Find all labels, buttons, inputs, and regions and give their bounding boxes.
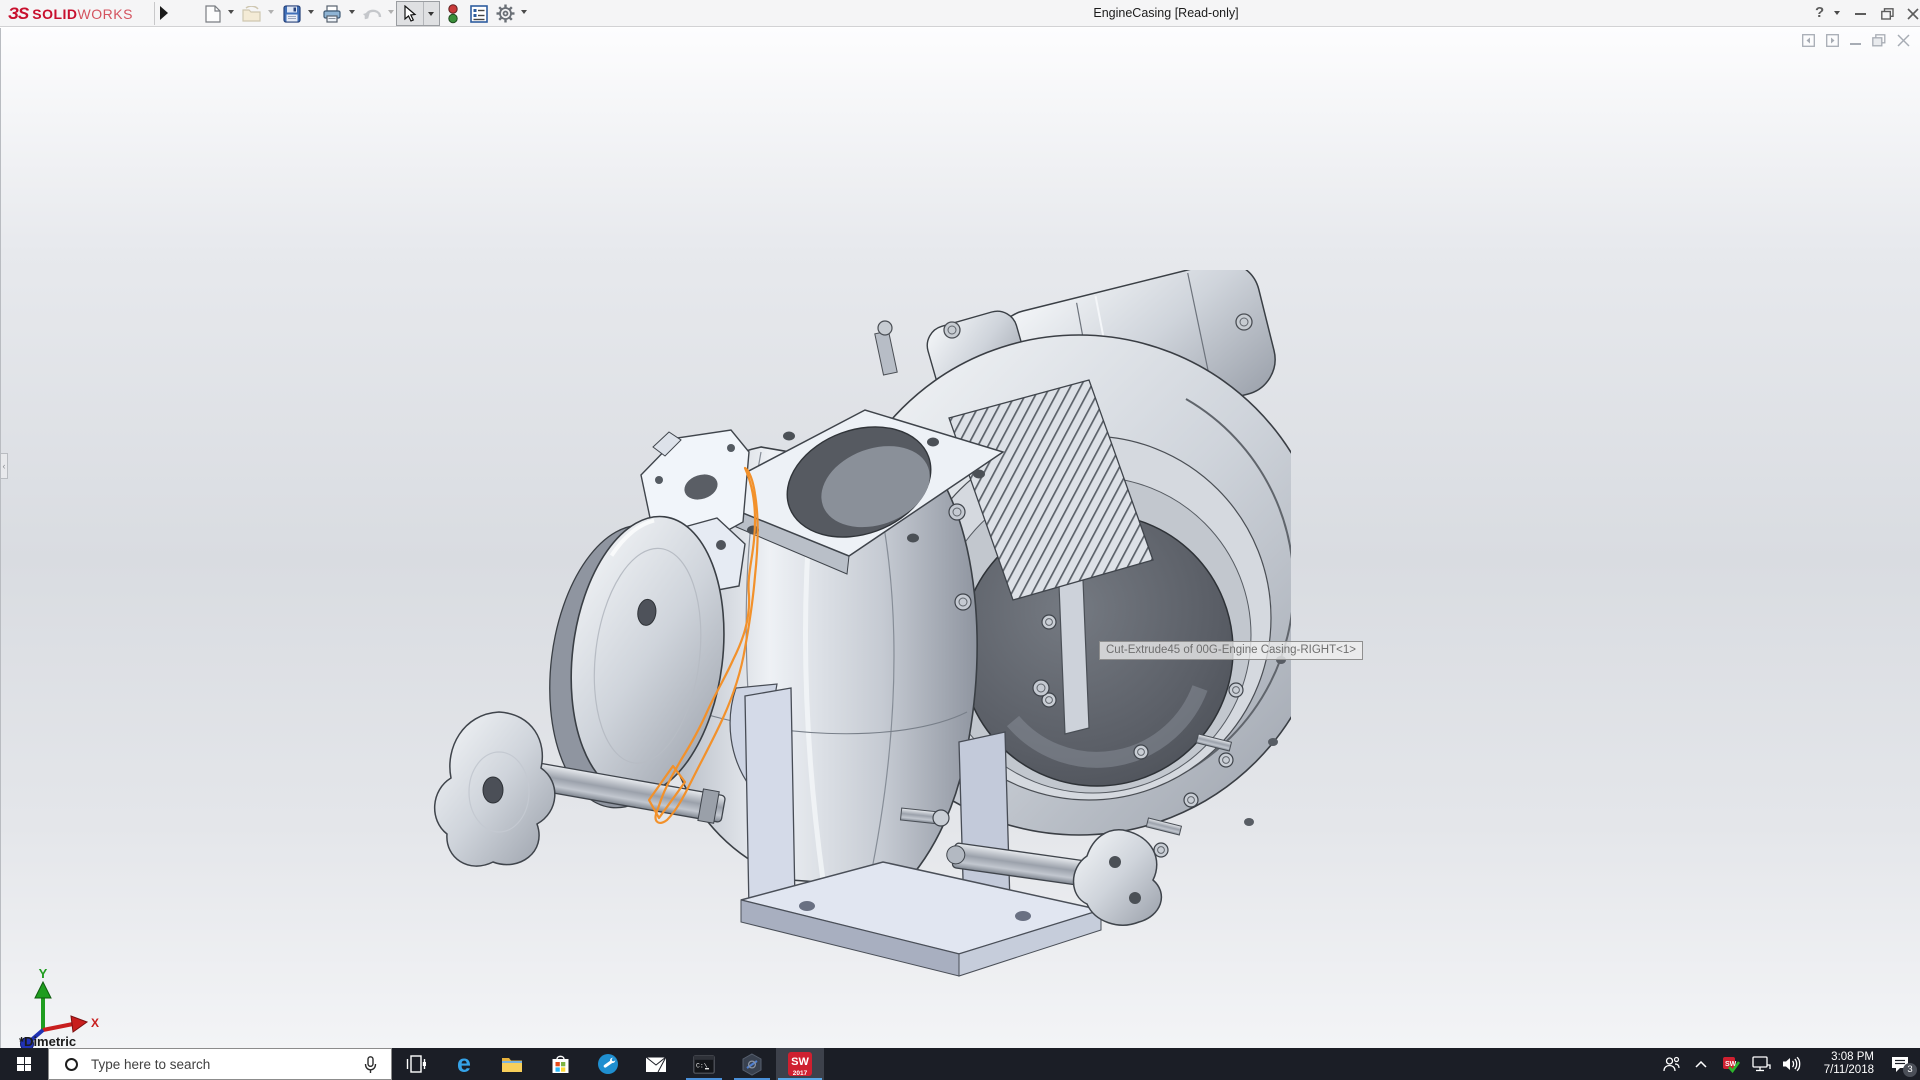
pane-right-button[interactable] — [1826, 34, 1839, 47]
file-explorer-icon — [501, 1055, 523, 1073]
pane-left-button[interactable] — [1802, 34, 1815, 47]
graphics-viewport[interactable]: ‹ — [0, 28, 1920, 1048]
open-folder-icon — [242, 6, 262, 22]
people-button[interactable] — [1656, 1048, 1686, 1080]
new-document-button[interactable] — [202, 3, 224, 24]
document-window-controls — [1802, 34, 1910, 47]
solidworks-logo: ЗS SOLIDWORKS — [8, 3, 133, 24]
close-icon — [1907, 8, 1919, 20]
speaker-icon — [1782, 1056, 1801, 1072]
solidworks-taskbar-button[interactable]: SW 2017 — [776, 1048, 824, 1080]
save-dropdown-caret[interactable] — [308, 10, 314, 14]
select-dropdown-caret[interactable] — [428, 12, 434, 16]
doc-minimize-button[interactable] — [1850, 43, 1861, 45]
notification-badge: 3 — [1903, 1063, 1917, 1077]
clock-time: 3:08 PM — [1806, 1051, 1874, 1064]
save-button[interactable] — [281, 3, 303, 24]
doc-restore-button[interactable] — [1872, 34, 1886, 47]
volume-tray-button[interactable] — [1776, 1048, 1806, 1080]
undo-dropdown-caret[interactable] — [388, 10, 394, 14]
gear-icon — [496, 4, 515, 23]
help-dropdown-caret[interactable] — [1834, 11, 1840, 15]
solidworks-monitor-tray-button[interactable]: SW — [1716, 1048, 1746, 1080]
print-dropdown-caret[interactable] — [349, 10, 355, 14]
store-button[interactable] — [536, 1048, 584, 1080]
task-view-icon — [406, 1055, 426, 1073]
close-button[interactable] — [1898, 0, 1920, 27]
file-properties-icon — [470, 5, 488, 23]
search-placeholder: Type here to search — [91, 1057, 210, 1072]
minimize-button[interactable] — [1845, 0, 1875, 27]
feature-tooltip: Cut-Extrude45 of 00G-Engine Casing-RIGHT… — [1099, 641, 1363, 660]
select-tool-button[interactable] — [396, 1, 440, 26]
task-view-button[interactable] — [392, 1048, 440, 1080]
undo-button[interactable] — [361, 3, 383, 24]
wrench-circle-icon — [597, 1053, 619, 1075]
people-icon — [1663, 1056, 1680, 1072]
cursor-arrow-icon — [403, 5, 417, 22]
solidworks-2017-icon: SW 2017 — [788, 1052, 812, 1076]
action-center-button[interactable]: 3 — [1880, 1048, 1920, 1080]
cortana-icon — [65, 1058, 78, 1071]
triad-x-label: X — [91, 1016, 99, 1030]
file-properties-button[interactable] — [468, 3, 490, 24]
menu-flyout-arrow-icon[interactable] — [160, 6, 168, 20]
hex-app-button[interactable] — [728, 1048, 776, 1080]
store-icon — [551, 1054, 570, 1074]
solidworks-logo-icon: ЗS — [8, 4, 28, 24]
window-title: EngineCasing [Read-only] — [1093, 6, 1238, 20]
titlebar: ЗS SOLIDWORKS — [0, 0, 1920, 27]
taskbar-search[interactable]: Type here to search — [48, 1048, 392, 1080]
print-button[interactable] — [321, 3, 343, 24]
printer-icon — [322, 5, 342, 23]
engine-casing-model[interactable] — [431, 270, 1291, 990]
rebuild-button[interactable] — [442, 3, 464, 24]
network-tray-button[interactable] — [1746, 1048, 1776, 1080]
command-prompt-button[interactable]: C:\ — [680, 1048, 728, 1080]
taskbar: Type here to search e — [0, 1048, 1920, 1080]
edge-icon: e — [457, 1053, 471, 1075]
save-floppy-icon — [283, 5, 301, 23]
feature-panel-collapse-tab[interactable]: ‹ — [1, 453, 8, 479]
network-icon — [1752, 1056, 1771, 1072]
view-orientation-label: *Dimetric — [19, 1034, 76, 1049]
new-document-icon — [205, 5, 221, 23]
new-dropdown-caret[interactable] — [228, 10, 234, 14]
hexagon-app-icon — [741, 1053, 763, 1076]
edge-button[interactable]: e — [440, 1048, 488, 1080]
brand-solid: SOLID — [32, 6, 77, 22]
options-button[interactable] — [494, 3, 516, 24]
system-tray: SW 3:08 PM 7/11/2018 — [1656, 1048, 1920, 1080]
file-explorer-button[interactable] — [488, 1048, 536, 1080]
tool-circle-button[interactable] — [584, 1048, 632, 1080]
solidworks-check-icon: SW — [1722, 1056, 1741, 1073]
microphone-icon[interactable] — [364, 1056, 377, 1074]
options-dropdown-caret[interactable] — [521, 10, 527, 14]
open-button[interactable] — [241, 3, 263, 24]
windows-logo-icon — [17, 1057, 31, 1071]
open-dropdown-caret[interactable] — [268, 10, 274, 14]
chevron-up-icon — [1695, 1061, 1707, 1068]
mail-button[interactable] — [632, 1048, 680, 1080]
doc-close-button[interactable] — [1897, 34, 1910, 47]
hidden-icons-button[interactable] — [1686, 1048, 1716, 1080]
restore-icon — [1881, 8, 1894, 20]
start-button[interactable] — [0, 1048, 48, 1080]
divider — [154, 2, 155, 25]
taskbar-clock[interactable]: 3:08 PM 7/11/2018 — [1806, 1051, 1874, 1077]
undo-arrow-icon — [362, 6, 382, 22]
brand-works: WORKS — [78, 6, 133, 22]
command-prompt-icon: C:\ — [693, 1055, 715, 1074]
triad-y-label: Y — [39, 966, 48, 981]
help-button[interactable]: ? — [1815, 4, 1824, 21]
mail-icon — [645, 1056, 667, 1073]
clock-date: 7/11/2018 — [1806, 1064, 1874, 1077]
traffic-light-icon — [448, 4, 458, 24]
